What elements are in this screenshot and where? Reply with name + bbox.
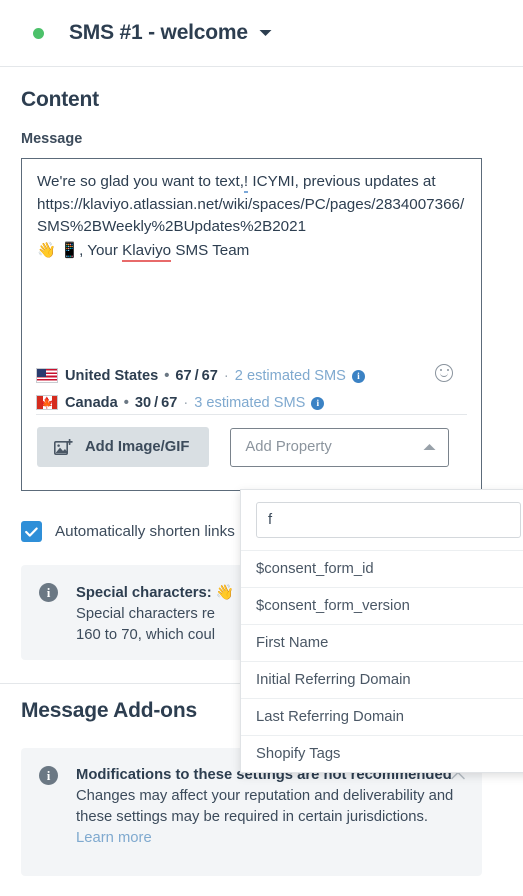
shorten-links-label: Automatically shorten links (55, 523, 235, 540)
modifications-body: Changes may affect your reputation and d… (76, 788, 454, 825)
message-addons-title: Message Add-ons (21, 699, 197, 722)
message-line3-a: , Your (79, 241, 123, 259)
counter-used: 67 (175, 367, 192, 384)
info-icon[interactable]: i (311, 397, 325, 410)
message-composer[interactable]: We're so glad you want to text,! ICYMI, … (21, 158, 482, 491)
counter-separator: • (164, 367, 170, 384)
property-search-wrapper (241, 490, 523, 550)
counter-separator: • (123, 394, 129, 411)
waving-hand-emoji: 👋 (37, 240, 56, 259)
counter-slash: / (194, 367, 199, 384)
us-flag-icon (36, 368, 58, 383)
dropdown-item-consent-form-id[interactable]: $consent_form_id (241, 550, 523, 587)
property-dropdown-panel[interactable]: $consent_form_id $consent_form_version F… (240, 489, 523, 773)
counter-dot: · (183, 394, 189, 411)
modifications-text: Modifications to these settings are not … (76, 765, 466, 859)
learn-more-link[interactable]: Learn more (76, 830, 152, 846)
image-plus-icon (54, 438, 73, 456)
add-property-placeholder: Add Property (245, 439, 332, 455)
counter-country-label: United States (65, 367, 159, 384)
special-characters-text: Special characters: 👋 Special characters… (76, 582, 234, 643)
sms-editor-page: SMS #1 - welcome Content Message We're s… (0, 0, 523, 896)
counter-slash: / (154, 394, 159, 411)
page-title: SMS #1 - welcome (69, 21, 248, 44)
status-dot-icon (33, 27, 44, 39)
canada-flag-icon: 🍁 (36, 395, 58, 410)
special-characters-heading: Special characters: (76, 585, 216, 601)
counter-row-united-states: United States • 67 / 67 · 2 estimated SM… (36, 362, 481, 389)
content-section-title: Content (21, 88, 99, 111)
dropdown-item-shopify-tags[interactable]: Shopify Tags (241, 735, 523, 772)
chevron-down-icon[interactable] (259, 24, 272, 42)
shorten-links-checkbox[interactable] (21, 521, 42, 542)
property-search-input[interactable] (256, 502, 521, 538)
message-line3-b: SMS Team (171, 241, 250, 259)
counter-estimate: 2 estimated SMS (234, 367, 346, 384)
info-icon: i (39, 583, 58, 602)
info-icon[interactable]: i (351, 370, 365, 383)
composer-toolbar: Add Image/GIF Add Property (37, 427, 450, 467)
emoji-picker-icon[interactable] (435, 364, 453, 382)
chevron-up-icon (423, 439, 436, 455)
dropdown-item-last-referring-domain[interactable]: Last Referring Domain (241, 698, 523, 735)
dropdown-item-consent-form-version[interactable]: $consent_form_version (241, 587, 523, 624)
message-line3-misspelling: Klaviyo (122, 241, 172, 262)
counter-dot: · (223, 367, 229, 384)
counter-country-label: Canada (65, 394, 118, 411)
page-header: SMS #1 - welcome (0, 0, 523, 67)
info-icon: i (39, 766, 58, 785)
dropdown-item-first-name[interactable]: First Name (241, 624, 523, 661)
composer-divider (36, 414, 467, 415)
add-image-gif-button[interactable]: Add Image/GIF (37, 427, 210, 467)
waving-hand-emoji: 👋 (215, 584, 235, 601)
character-counters: United States • 67 / 67 · 2 estimated SM… (36, 362, 481, 416)
shorten-links-row[interactable]: Automatically shorten links (21, 521, 235, 542)
message-line1-b: ICYMI, previous updates at (248, 173, 436, 190)
counter-limit: 67 (161, 394, 178, 411)
message-textarea-content[interactable]: We're so glad you want to text,! ICYMI, … (37, 171, 467, 262)
counter-estimate: 3 estimated SMS (194, 394, 306, 411)
special-characters-body-line2: 160 to 70, which coul (76, 627, 216, 643)
mobile-phone-emoji: 📱 (60, 240, 80, 259)
message-line2-url: https://klaviyo.atlassian.net/wiki/space… (37, 195, 465, 236)
special-characters-body-line1: Special characters re (76, 606, 215, 622)
add-property-select[interactable]: Add Property (230, 427, 450, 467)
counter-limit: 67 (201, 367, 218, 384)
add-image-gif-label: Add Image/GIF (85, 439, 190, 455)
counter-used: 30 (134, 394, 152, 411)
counter-row-canada: 🍁 Canada • 30 / 67 · 3 estimated SMS i (36, 389, 481, 416)
message-line1-a: We're so glad you want to text, (37, 173, 244, 190)
dropdown-item-initial-referring-domain[interactable]: Initial Referring Domain (241, 661, 523, 698)
message-field-label: Message (21, 131, 83, 147)
